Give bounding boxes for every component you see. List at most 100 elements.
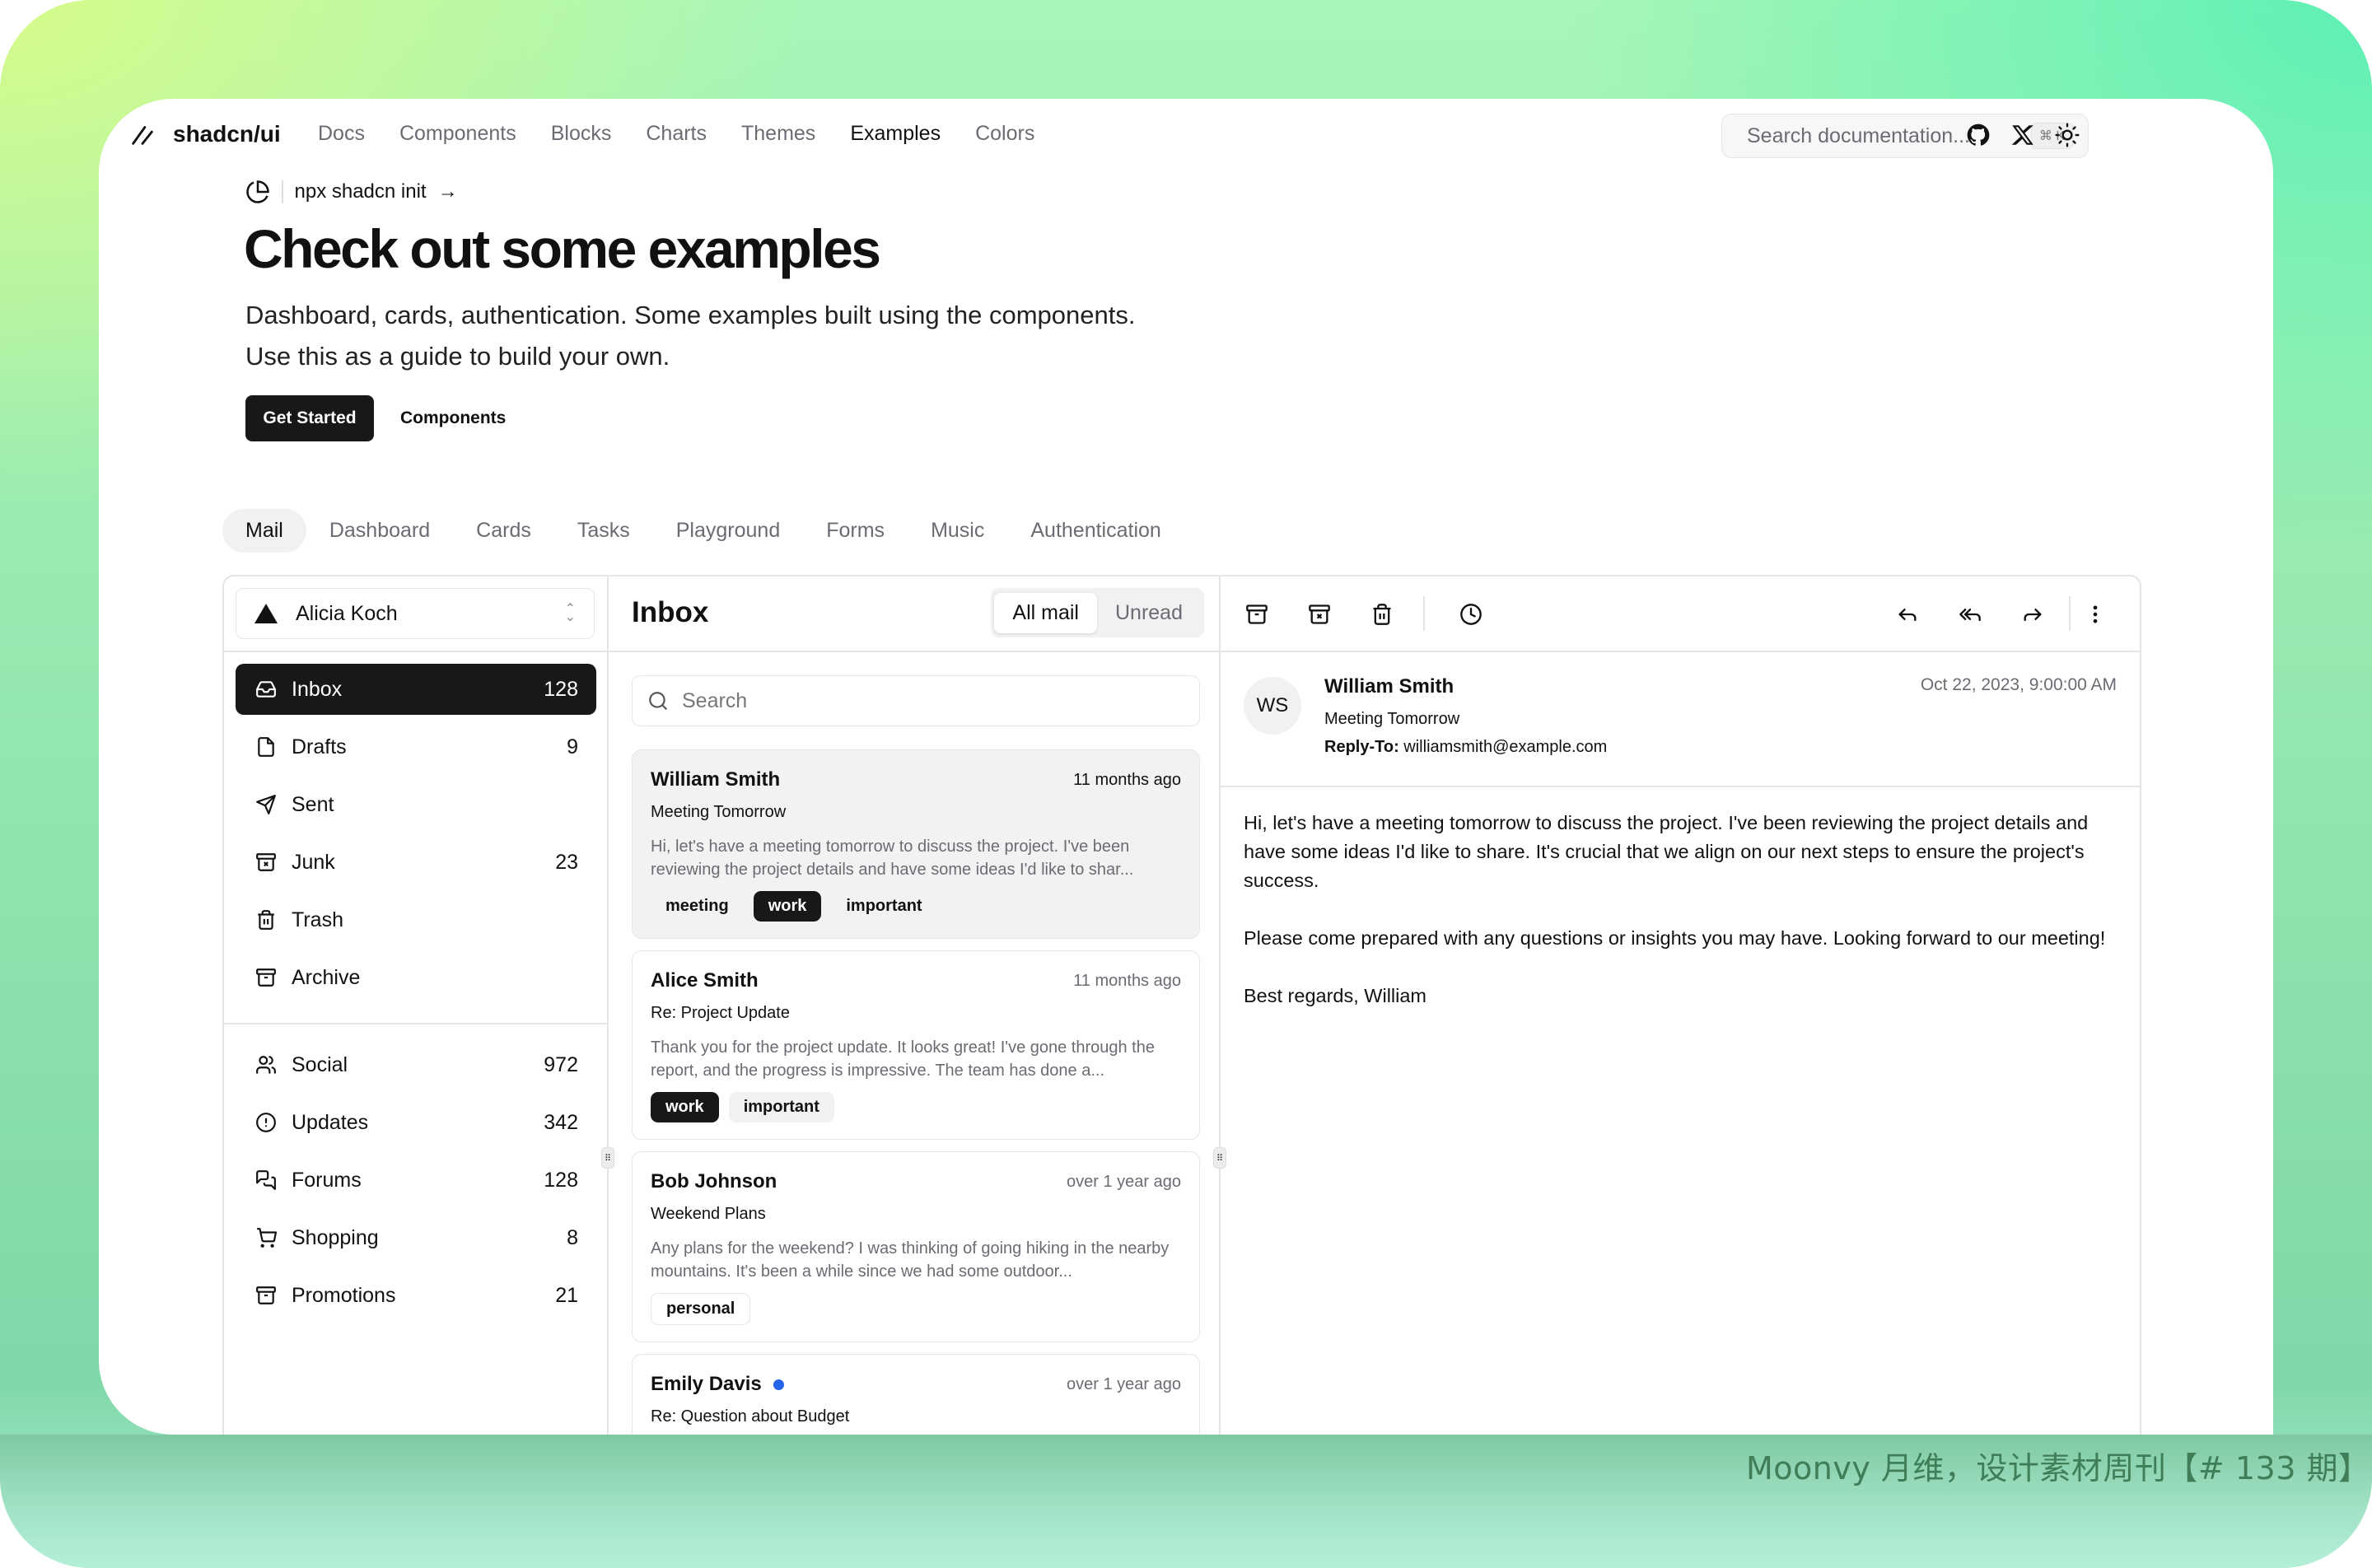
reply-all-button[interactable] — [1954, 598, 1987, 631]
logo[interactable]: shadcn/ui — [128, 120, 281, 148]
folder-count: 128 — [544, 1168, 578, 1192]
tab-dashboard[interactable]: Dashboard — [306, 509, 453, 553]
users-icon — [254, 1052, 278, 1077]
forward-button[interactable] — [2016, 598, 2049, 631]
get-started-button[interactable]: Get Started — [245, 395, 374, 441]
trash-icon — [254, 908, 278, 932]
browser-page: shadcn/ui Docs Components Blocks Charts … — [99, 99, 2273, 1435]
reply-all-icon — [1959, 609, 1981, 622]
folder-drafts[interactable]: Drafts 9 — [236, 721, 596, 772]
mail-tag: work — [651, 1092, 719, 1122]
github-button[interactable] — [1963, 120, 1993, 150]
folder-forums[interactable]: Forums 128 — [236, 1155, 596, 1206]
folder-count: 9 — [567, 735, 578, 758]
mail-list-item[interactable]: William Smith 11 months ago Meeting Tomo… — [632, 749, 1200, 939]
mail-tag: personal — [651, 1293, 751, 1325]
mail-date: over 1 year ago — [1067, 1172, 1181, 1191]
mail-date: over 1 year ago — [1067, 1374, 1181, 1393]
tab-music[interactable]: Music — [908, 509, 1007, 553]
snooze-button[interactable] — [1454, 598, 1487, 631]
nav-link-docs[interactable]: Docs — [318, 122, 365, 146]
folder-label: Updates — [292, 1110, 369, 1134]
divider — [224, 651, 607, 652]
folder-sent[interactable]: Sent — [236, 779, 596, 830]
components-button[interactable]: Components — [387, 395, 519, 441]
nav-link-themes[interactable]: Themes — [741, 122, 815, 146]
toolbar-separator — [2069, 596, 2071, 631]
folder-label: Drafts — [292, 735, 347, 758]
move-to-trash-button[interactable] — [1366, 598, 1398, 631]
mail-sender: Bob Johnson — [651, 1170, 777, 1192]
mail-list-item[interactable]: Alice Smith 11 months ago Re: Project Up… — [632, 950, 1200, 1140]
archive-x-icon — [254, 850, 278, 875]
filter-unread[interactable]: Unread — [1097, 593, 1201, 633]
more-vertical-icon — [2093, 605, 2098, 623]
folder-shopping[interactable]: Shopping 8 — [236, 1212, 596, 1263]
mail-toolbar — [1221, 576, 2140, 652]
tab-authentication[interactable]: Authentication — [1007, 509, 1184, 553]
mail-search-placeholder: Search — [682, 688, 748, 712]
page-title: Check out some examples — [244, 218, 881, 279]
mail-sidebar: Alicia Koch ⌃⌄ Inbox 128 Drafts 9 Sent — [224, 576, 609, 1435]
folder-label: Social — [292, 1052, 348, 1076]
reply-button[interactable] — [1891, 598, 1924, 631]
clock-icon — [1460, 604, 1482, 625]
move-to-junk-button[interactable] — [1303, 598, 1336, 631]
nav-link-colors[interactable]: Colors — [975, 122, 1034, 146]
page-subtitle: Dashboard, cards, authentication. Some e… — [245, 295, 1234, 377]
folder-social[interactable]: Social 972 — [236, 1039, 596, 1090]
mail-detail-header: WS William Smith Meeting Tomorrow Reply-… — [1221, 652, 2140, 787]
chevrons-up-down-icon: ⌃ ⌄ — [564, 602, 576, 624]
nav-link-components[interactable]: Components — [399, 122, 516, 146]
trash-icon — [1373, 604, 1391, 625]
nav-link-blocks[interactable]: Blocks — [551, 122, 612, 146]
unread-dot — [773, 1379, 784, 1390]
mail-list-item[interactable]: Bob Johnson over 1 year ago Weekend Plan… — [632, 1151, 1200, 1342]
mail-tag: important — [728, 1092, 834, 1122]
x-twitter-button[interactable] — [2008, 120, 2038, 150]
folder-junk[interactable]: Junk 23 — [236, 837, 596, 888]
category-folders: Social 972 Updates 342 Forums 128 Shoppi… — [236, 1039, 596, 1328]
tab-tasks[interactable]: Tasks — [554, 509, 653, 553]
tab-cards[interactable]: Cards — [453, 509, 554, 553]
body-paragraph: Please come prepared with any questions … — [1244, 927, 2106, 949]
sun-icon — [2055, 123, 2080, 147]
mail-preview: Any plans for the weekend? I was thinkin… — [651, 1239, 1170, 1281]
more-options-button[interactable] — [2079, 598, 2112, 631]
folder-archive[interactable]: Archive — [236, 952, 596, 1003]
mail-date: 11 months ago — [1073, 770, 1181, 789]
inbox-icon — [254, 677, 278, 702]
folder-promotions[interactable]: Promotions 21 — [236, 1270, 596, 1321]
mail-list: William Smith 11 months ago Meeting Tomo… — [632, 749, 1200, 1435]
mail-list-item[interactable]: Emily Davis over 1 year ago Re: Question… — [632, 1354, 1200, 1435]
tab-playground[interactable]: Playground — [653, 509, 803, 553]
logo-icon — [132, 126, 153, 145]
nav-link-charts[interactable]: Charts — [646, 122, 707, 146]
account-switcher[interactable]: Alicia Koch ⌃ ⌄ — [236, 588, 595, 639]
mail-search-input[interactable]: Search — [632, 675, 1200, 726]
archive-button[interactable] — [1240, 598, 1273, 631]
nav-link-examples[interactable]: Examples — [850, 122, 941, 146]
mail-tag: meeting — [665, 897, 729, 915]
send-icon — [254, 792, 278, 817]
folder-trash[interactable]: Trash — [236, 894, 596, 945]
tab-forms[interactable]: Forms — [803, 509, 908, 553]
tab-mail[interactable]: Mail — [222, 509, 306, 553]
folder-updates[interactable]: Updates 342 — [236, 1097, 596, 1148]
announcement-link[interactable]: npx shadcn init → — [245, 180, 458, 204]
folder-count: 23 — [555, 850, 578, 874]
mail-list-title: Inbox — [632, 596, 709, 628]
folder-inbox[interactable]: Inbox 128 — [236, 664, 596, 715]
mail-date: 11 months ago — [1073, 971, 1181, 990]
folder-label: Junk — [292, 850, 335, 874]
alert-circle-icon — [254, 1110, 278, 1135]
mail-preview: Hi, let's have a meeting tomorrow to dis… — [651, 838, 1134, 879]
filter-all-mail[interactable]: All mail — [994, 592, 1097, 633]
detail-reply-to: Reply-To: williamsmith@example.com — [1324, 738, 1607, 757]
folder-count: 342 — [544, 1110, 578, 1134]
theme-toggle-button[interactable] — [2052, 120, 2082, 150]
folder-count: 972 — [544, 1052, 578, 1076]
examples-tabs: Mail Dashboard Cards Tasks Playground Fo… — [222, 509, 1184, 553]
mail-subject: Meeting Tomorrow — [651, 803, 787, 821]
mail-detail-panel: WS William Smith Meeting Tomorrow Reply-… — [1221, 576, 2140, 1435]
